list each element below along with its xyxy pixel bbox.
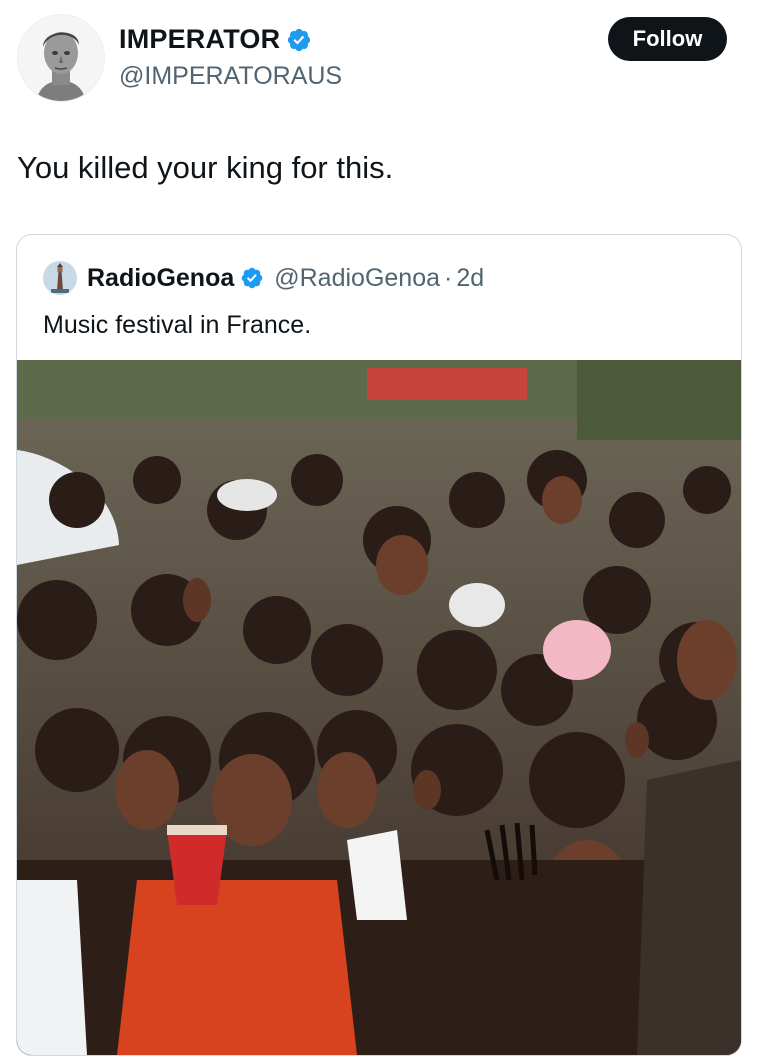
author-name-row: IMPERATOR xyxy=(119,24,312,55)
post-container: IMPERATOR @IMPERATORAUS Follow You kille… xyxy=(0,0,758,1056)
author-handle[interactable]: @IMPERATORAUS xyxy=(119,62,342,91)
bust-statue-avatar-icon xyxy=(18,15,104,101)
quoted-text: Music festival in France. xyxy=(43,311,312,339)
lighthouse-avatar-icon xyxy=(43,261,77,295)
quoted-display-name[interactable]: RadioGenoa xyxy=(87,264,234,293)
quoted-verified-badge-icon xyxy=(242,267,263,289)
tweet-text: You killed your king for this. xyxy=(17,150,394,185)
quoted-handle[interactable]: @RadioGenoa xyxy=(274,264,440,293)
quoted-avatar[interactable] xyxy=(43,261,77,295)
author-display-name[interactable]: IMPERATOR xyxy=(119,24,280,55)
quoted-timestamp[interactable]: 2d xyxy=(456,264,484,293)
quoted-header: RadioGenoa @RadioGenoa · 2d xyxy=(43,261,484,295)
quoted-separator: · xyxy=(444,263,453,292)
quoted-media[interactable] xyxy=(17,360,741,1055)
follow-button[interactable]: Follow xyxy=(608,17,727,61)
quoted-tweet-card[interactable]: RadioGenoa @RadioGenoa · 2d Music festiv… xyxy=(16,234,742,1056)
crowd-video-thumbnail-icon xyxy=(17,360,741,1055)
verified-badge-icon xyxy=(288,28,311,51)
author-avatar[interactable] xyxy=(17,14,105,102)
